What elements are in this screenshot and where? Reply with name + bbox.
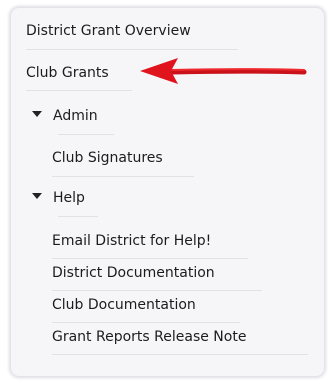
red-arrow-annotation-icon <box>140 58 307 84</box>
